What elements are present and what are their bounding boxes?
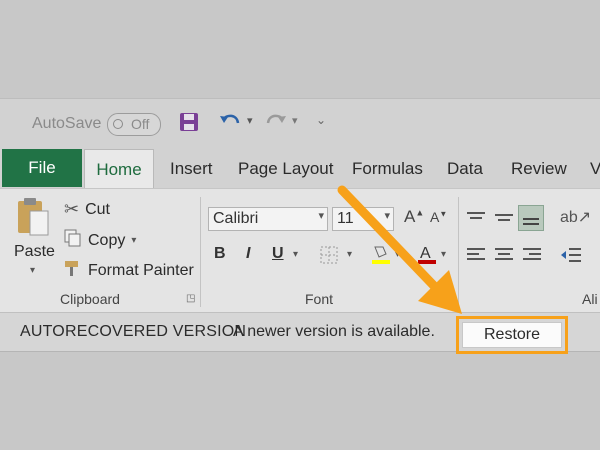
font-color-dropdown-icon[interactable]: ▾ — [441, 249, 446, 260]
svg-text:A: A — [420, 245, 431, 262]
paste-icon — [16, 197, 50, 242]
tab-formulas[interactable]: Formulas — [352, 159, 423, 179]
tab-review[interactable]: Review — [511, 159, 567, 179]
underline-button[interactable]: U — [272, 245, 284, 263]
customize-qat-icon[interactable]: ⌄ — [316, 113, 326, 127]
ribbon-tabs: File Home Insert Page Layout Formulas Da… — [0, 149, 600, 189]
font-color-icon[interactable]: A — [416, 243, 438, 270]
undo-icon[interactable] — [218, 111, 242, 138]
restore-button[interactable]: Restore — [462, 322, 562, 348]
autosave-state: Off — [131, 116, 150, 132]
borders-dropdown-icon[interactable]: ▾ — [347, 249, 352, 260]
tab-file[interactable]: File — [2, 149, 82, 187]
align-left-icon[interactable] — [466, 247, 486, 268]
tab-home[interactable]: Home — [84, 149, 154, 189]
redo-icon[interactable] — [264, 111, 288, 138]
quick-access-toolbar: AutoSave Off ▾ ▾ ⌄ — [0, 99, 600, 151]
orientation-icon[interactable]: ab↗ — [560, 207, 591, 227]
font-name-value: Calibri — [213, 210, 259, 227]
undo-dropdown-icon[interactable]: ▾ — [247, 114, 253, 127]
paste-dropdown-icon: ▾ — [30, 265, 36, 276]
group-divider — [458, 197, 459, 307]
paste-button[interactable]: Paste ▾ — [14, 197, 56, 277]
copy-label: Copy — [88, 231, 126, 249]
copy-icon — [64, 229, 82, 252]
save-icon[interactable] — [178, 111, 200, 138]
copy-button[interactable]: Copy ▾ — [64, 229, 136, 252]
redo-dropdown-icon[interactable]: ▾ — [292, 114, 298, 127]
toggle-knob — [113, 119, 123, 129]
fill-color-icon[interactable] — [370, 243, 392, 270]
decrease-indent-icon[interactable] — [560, 247, 582, 268]
alignment-group-label: Ali — [582, 291, 598, 307]
tab-insert[interactable]: Insert — [170, 159, 213, 179]
copy-dropdown-icon: ▾ — [131, 235, 137, 246]
borders-icon[interactable] — [320, 246, 338, 269]
shrink-font-label: A — [430, 209, 440, 225]
cut-button[interactable]: ✂ Cut — [64, 199, 110, 220]
grow-font-button[interactable]: A▲ — [404, 207, 424, 227]
align-middle-icon[interactable] — [494, 211, 514, 230]
cut-label: Cut — [85, 200, 110, 218]
font-size-dropdown[interactable]: 11 ▾ — [332, 207, 394, 231]
bold-button[interactable]: B — [214, 245, 226, 263]
grow-font-label: A — [404, 207, 416, 226]
font-size-value: 11 — [337, 210, 354, 227]
scissors-icon: ✂ — [64, 199, 80, 219]
paste-label: Paste — [14, 243, 55, 260]
clipboard-group-label: Clipboard — [60, 291, 120, 307]
tab-view[interactable]: V — [590, 159, 600, 179]
autosave-toggle[interactable]: Off — [107, 113, 161, 136]
chevron-down-icon: ▾ — [384, 210, 390, 222]
format-painter-button[interactable]: Format Painter — [64, 259, 194, 282]
tab-data[interactable]: Data — [447, 159, 483, 179]
format-painter-label: Format Painter — [88, 261, 194, 279]
format-painter-icon — [64, 259, 82, 282]
align-center-icon[interactable] — [494, 247, 514, 268]
align-bottom-icon[interactable] — [518, 205, 544, 231]
italic-button[interactable]: I — [246, 245, 250, 263]
tab-page-layout[interactable]: Page Layout — [238, 159, 333, 179]
group-divider — [200, 197, 201, 307]
font-name-dropdown[interactable]: Calibri ▾ — [208, 207, 328, 231]
clipboard-launcher-icon[interactable]: ◳ — [186, 293, 195, 304]
chevron-down-icon: ▾ — [318, 210, 324, 222]
message-bar-title: AUTORECOVERED VERSION — [20, 323, 247, 340]
align-top-icon[interactable] — [466, 211, 486, 230]
autosave-label: AutoSave — [32, 115, 102, 132]
underline-dropdown-icon[interactable]: ▾ — [293, 249, 298, 260]
excel-window: AutoSave Off ▾ ▾ ⌄ File Home Insert Page… — [0, 98, 600, 352]
shrink-font-button[interactable]: A▼ — [430, 209, 447, 225]
fill-color-dropdown-icon[interactable]: ▾ — [395, 249, 400, 260]
align-right-icon[interactable] — [522, 247, 542, 268]
ribbon-home: Paste ▾ ✂ Cut Copy ▾ Format Painter Clip… — [0, 188, 600, 313]
font-group-label: Font — [305, 291, 334, 307]
message-bar-text: A newer version is available. — [233, 323, 435, 340]
